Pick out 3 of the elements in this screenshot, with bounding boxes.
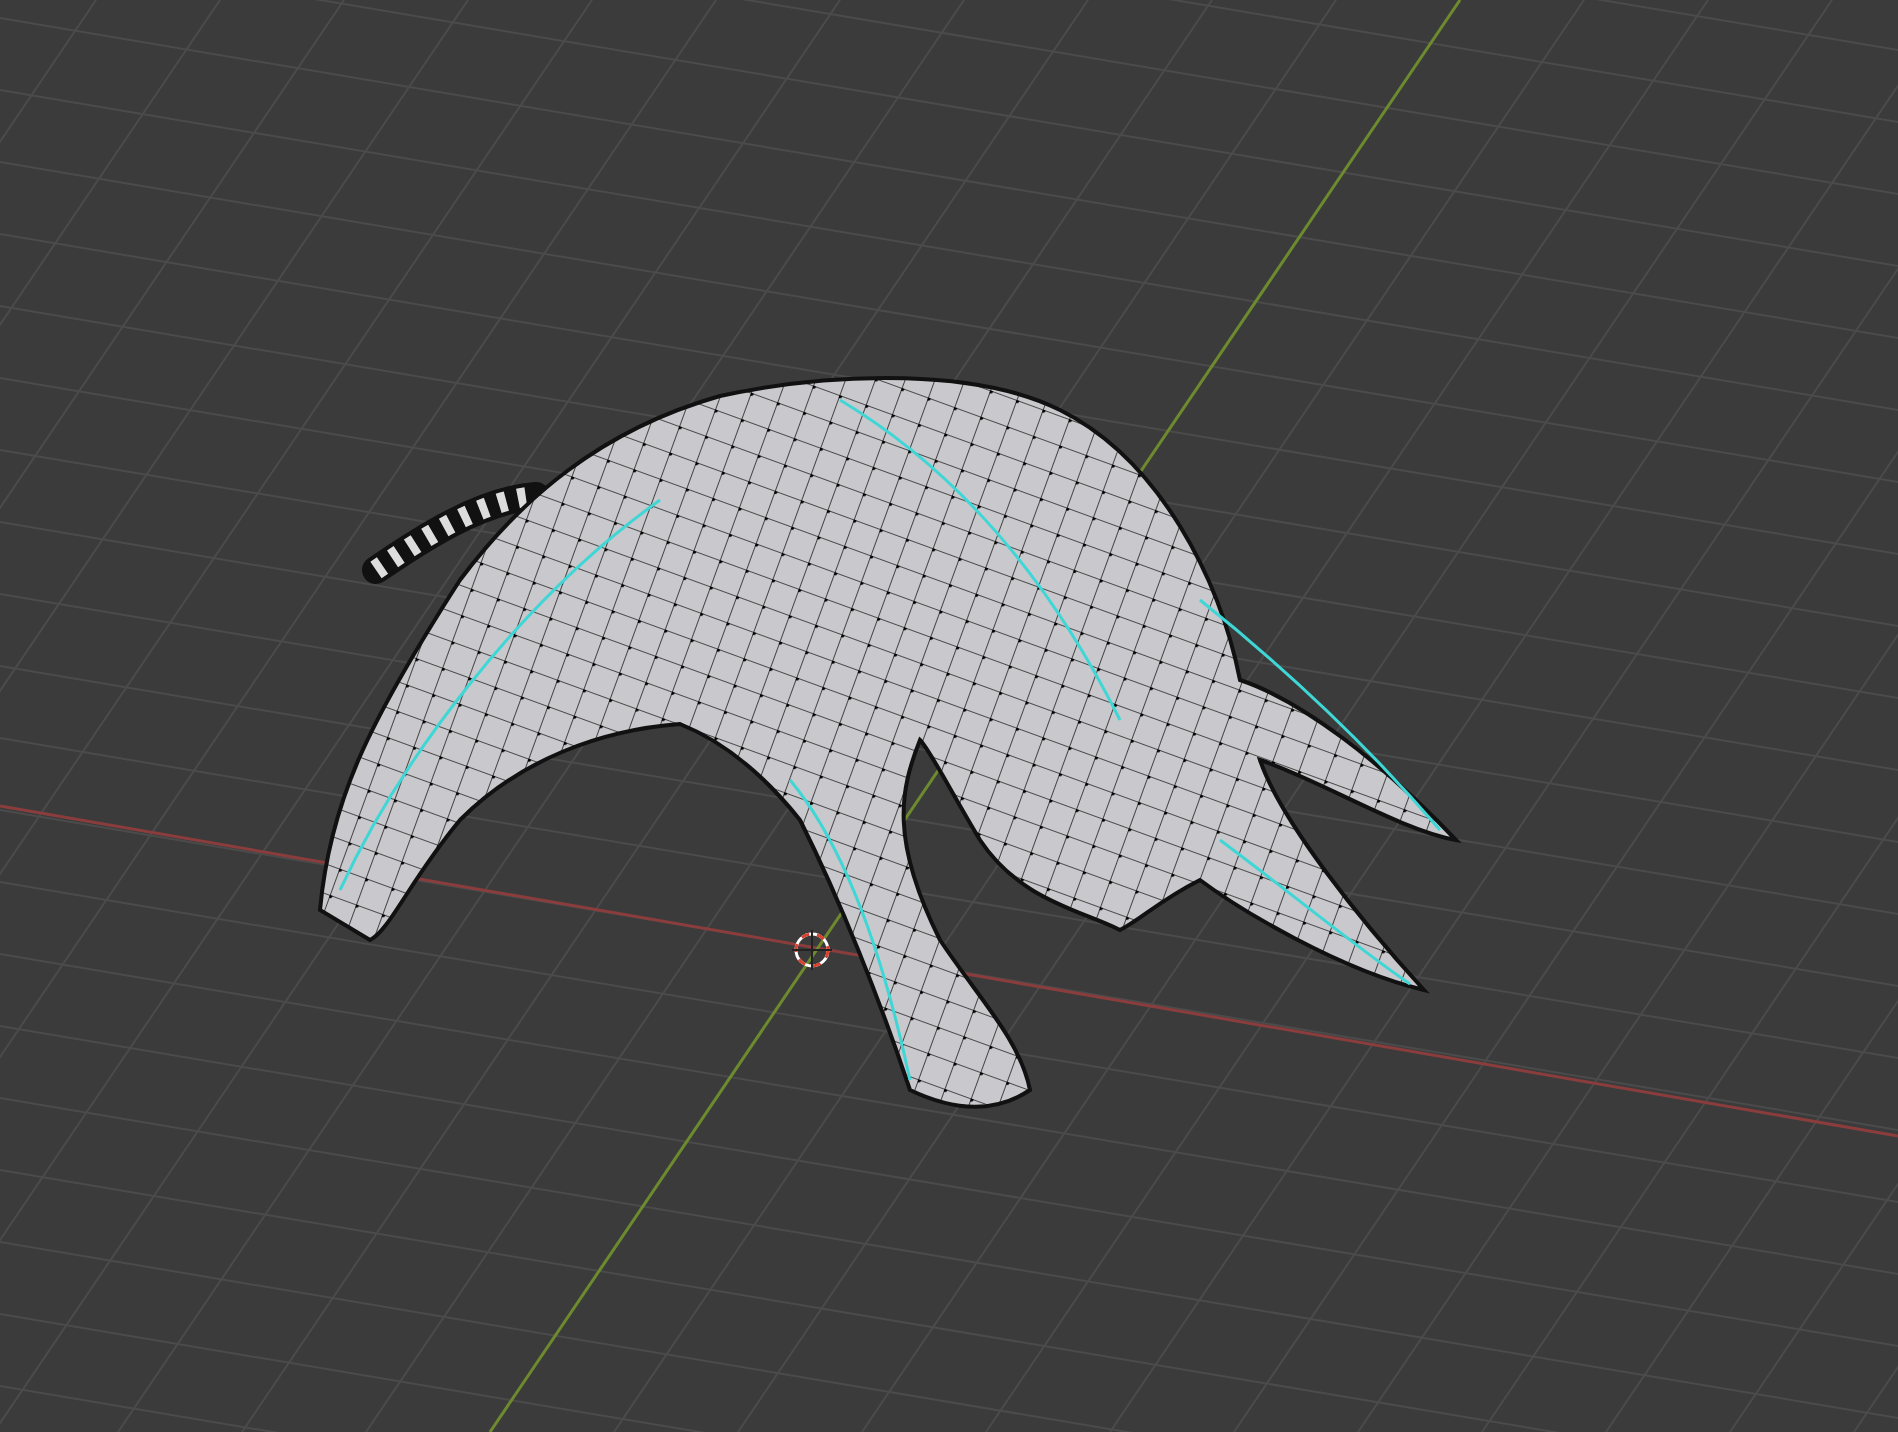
mesh-drawing[interactable] xyxy=(318,376,1458,1109)
3d-cursor-icon[interactable] xyxy=(791,929,833,971)
3d-viewport[interactable] xyxy=(0,0,1898,1432)
